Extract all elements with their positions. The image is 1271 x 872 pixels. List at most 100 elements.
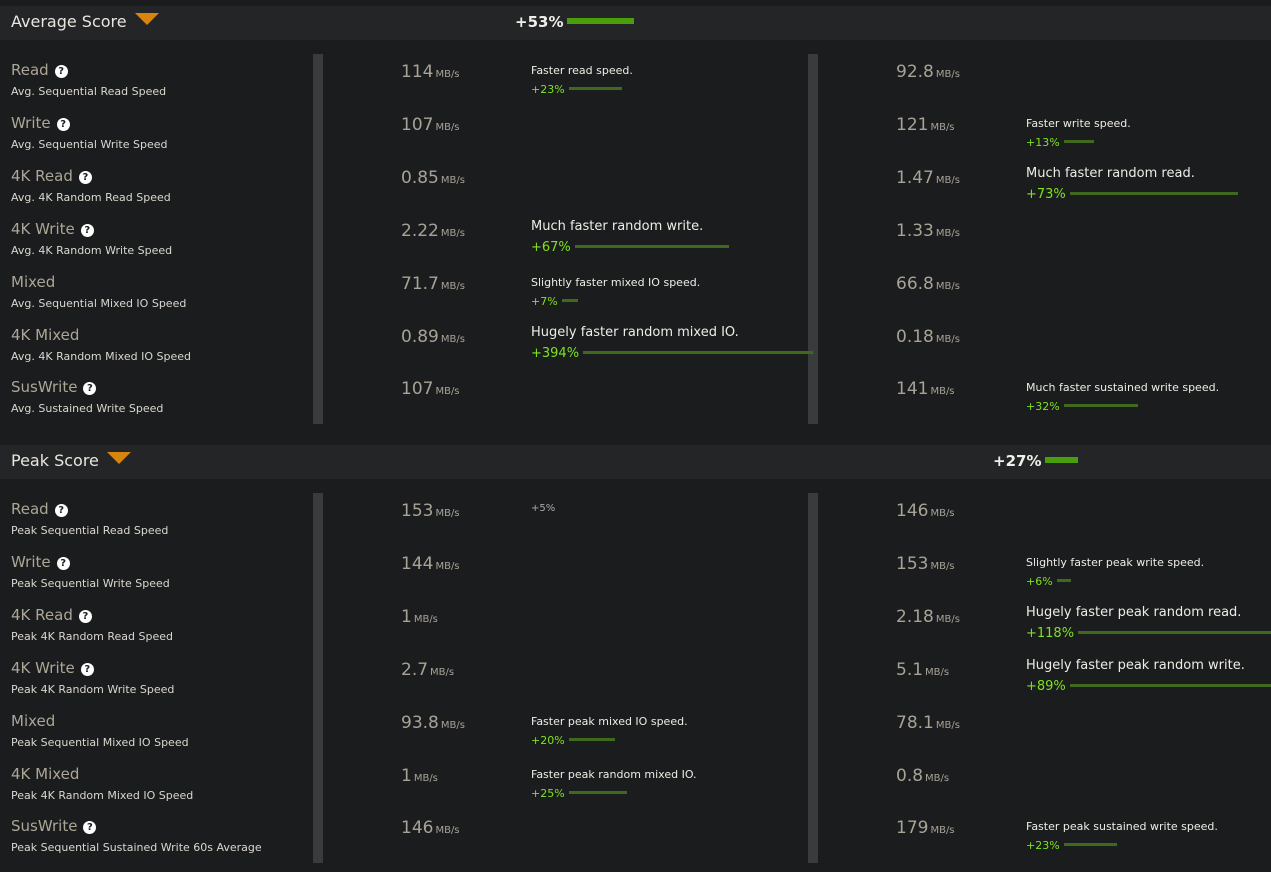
metric-name-text: 4K Write bbox=[11, 658, 75, 677]
value-number: 66.8 bbox=[896, 273, 934, 294]
help-icon[interactable]: ? bbox=[80, 223, 94, 237]
help-icon[interactable]: ? bbox=[56, 117, 70, 131]
comparison-text: Faster peak mixed IO speed. bbox=[531, 714, 688, 728]
metric-name-text: Mixed bbox=[11, 711, 56, 730]
metric-description: Avg. 4K Random Read Speed bbox=[11, 190, 171, 204]
help-icon[interactable]: ? bbox=[83, 821, 97, 835]
metric-row: 4K Read? Avg. 4K Random Read Speed 0.85 MB/… bbox=[0, 160, 1271, 213]
caret-down-icon[interactable] bbox=[134, 13, 159, 25]
left-comparison: Faster read speed. +23% bbox=[531, 64, 633, 96]
comparison-delta: +73% bbox=[1026, 187, 1238, 202]
metric-name-text: Write bbox=[11, 113, 51, 132]
value-number: 153 bbox=[896, 553, 929, 574]
comparison-bar bbox=[1063, 139, 1094, 143]
left-value: 93.8 MB/s bbox=[401, 713, 465, 733]
average-score-title[interactable]: Average Score bbox=[11, 12, 159, 31]
value-unit: MB/s bbox=[935, 227, 960, 239]
value-number: 1.47 bbox=[896, 167, 934, 188]
comparison-percent: +89% bbox=[1026, 678, 1066, 694]
left-value: 2.7 MB/s bbox=[401, 660, 454, 680]
metric-name-text: 4K Mixed bbox=[11, 764, 80, 783]
right-value: 1.33 MB/s bbox=[896, 221, 960, 241]
comparison-bar bbox=[1063, 404, 1138, 408]
comparison-delta: +394% bbox=[531, 346, 814, 361]
value-unit: MB/s bbox=[435, 508, 460, 519]
metric-name: 4K Mixed bbox=[11, 765, 79, 783]
metric-row: 4K Write? Peak 4K Random Write Speed 2.7 MB… bbox=[0, 652, 1271, 705]
value-unit: MB/s bbox=[435, 825, 460, 837]
metric-name-text: SusWrite bbox=[11, 378, 78, 397]
metric-name: Write? bbox=[11, 553, 70, 571]
help-icon[interactable]: ? bbox=[80, 662, 94, 676]
left-value: 144 MB/s bbox=[401, 554, 460, 574]
left-value: 107 MB/s bbox=[401, 379, 460, 399]
value-unit: MB/s bbox=[435, 69, 460, 80]
comparison-text: Faster peak random mixed IO. bbox=[531, 767, 697, 781]
right-comparison: Much faster sustained write speed. +32% bbox=[1026, 381, 1219, 413]
comparison-text: Much faster random write. bbox=[531, 218, 704, 234]
value-unit: MB/s bbox=[930, 508, 955, 519]
value-unit: MB/s bbox=[440, 333, 465, 345]
help-icon[interactable]: ? bbox=[54, 65, 68, 78]
help-icon[interactable]: ? bbox=[78, 609, 92, 623]
right-value: 153 MB/s bbox=[896, 554, 955, 574]
comparison-text: Hugely faster peak random read. bbox=[1026, 604, 1242, 620]
comparison-bar bbox=[568, 737, 615, 741]
peak-score-section: Peak Score +27% Read? Peak Sequential Rea… bbox=[0, 445, 1271, 870]
right-value: 1.47 MB/s bbox=[896, 168, 960, 188]
comparison-bar bbox=[1063, 843, 1117, 847]
value-number: 179 bbox=[896, 818, 929, 839]
peak-score-title[interactable]: Peak Score bbox=[11, 451, 131, 470]
left-value: 107 MB/s bbox=[401, 115, 460, 135]
metric-name: Mixed bbox=[11, 273, 55, 291]
value-unit: MB/s bbox=[935, 719, 960, 731]
help-icon[interactable]: ? bbox=[56, 556, 70, 570]
value-unit: MB/s bbox=[930, 121, 955, 133]
left-comparison: +5% bbox=[531, 503, 555, 514]
right-comparison: Faster write speed. +13% bbox=[1026, 117, 1131, 149]
right-value: 2.18 MB/s bbox=[896, 607, 960, 627]
metric-name-text: 4K Write bbox=[11, 219, 75, 238]
metric-name-text: Mixed bbox=[11, 272, 56, 291]
comparison-bar bbox=[568, 87, 622, 90]
comparison-delta: +32% bbox=[1026, 400, 1219, 413]
value-number: 153 bbox=[401, 501, 434, 521]
comparison-delta: +6% bbox=[1026, 575, 1204, 588]
value-number: 78.1 bbox=[896, 712, 934, 733]
value-number: 141 bbox=[896, 379, 929, 400]
comparison-bar bbox=[574, 244, 729, 248]
caret-down-icon[interactable] bbox=[106, 452, 131, 464]
comparison-delta: +20% bbox=[531, 734, 688, 747]
left-value: 0.89 MB/s bbox=[401, 327, 465, 347]
left-value: 146 MB/s bbox=[401, 818, 460, 838]
metric-name: 4K Write? bbox=[11, 659, 94, 677]
help-icon[interactable]: ? bbox=[54, 504, 68, 517]
value-number: 121 bbox=[896, 114, 929, 135]
right-value: 141 MB/s bbox=[896, 379, 955, 399]
comparison-bar bbox=[583, 350, 814, 354]
value-number: 146 bbox=[401, 818, 434, 839]
value-number: 71.7 bbox=[401, 273, 439, 294]
value-number: 0.8 bbox=[896, 765, 924, 786]
right-value: 121 MB/s bbox=[896, 115, 955, 135]
metric-description: Avg. Sequential Mixed IO Speed bbox=[11, 296, 187, 310]
average-score-header: Average Score +53% bbox=[0, 6, 1271, 40]
value-number: 0.89 bbox=[401, 326, 439, 347]
metric-row: SusWrite? Peak Sequential Sustained Write… bbox=[0, 810, 1271, 863]
comparison-percent: +118% bbox=[1026, 625, 1075, 641]
comparison-percent: +20% bbox=[531, 733, 565, 747]
metric-row: Read? Avg. Sequential Read Speed 114 MB/s Fa… bbox=[0, 54, 1271, 107]
value-unit: MB/s bbox=[435, 386, 460, 398]
comparison-text: Faster read speed. bbox=[531, 64, 633, 77]
help-icon[interactable]: ? bbox=[78, 170, 92, 184]
comparison-delta: +118% bbox=[1026, 626, 1271, 641]
help-icon[interactable]: ? bbox=[83, 382, 97, 396]
left-comparison: Hugely faster random mixed IO. +394% bbox=[531, 325, 814, 361]
value-unit: MB/s bbox=[435, 560, 460, 572]
value-unit: MB/s bbox=[440, 174, 465, 186]
metric-name-text: Read bbox=[11, 500, 49, 518]
metric-description: Avg. Sequential Read Speed bbox=[11, 85, 167, 98]
metric-description: Peak Sequential Mixed IO Speed bbox=[11, 735, 189, 749]
metric-name: Mixed bbox=[11, 712, 55, 730]
metric-row: 4K Mixed Peak 4K Random Mixed IO Speed 1 MB… bbox=[0, 758, 1271, 811]
